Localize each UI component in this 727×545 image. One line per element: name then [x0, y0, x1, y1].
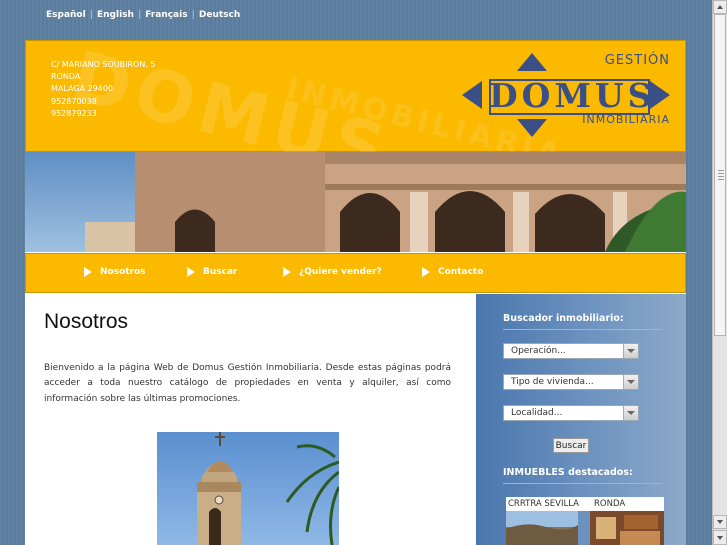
language-bar: Español | English | Français | Deutsch — [46, 10, 240, 20]
chevron-down-icon — [623, 406, 638, 420]
logo-triangle-up-icon — [517, 53, 547, 71]
divider — [503, 483, 662, 484]
featured-title: INMUEBLES destacados: — [503, 467, 633, 478]
logo-triangle-left-icon — [462, 81, 482, 109]
logo-triangle-down-icon — [517, 119, 547, 137]
divider — [503, 329, 662, 330]
play-arrow-icon — [84, 267, 92, 277]
scroll-down-icon[interactable] — [713, 515, 727, 529]
operation-select[interactable]: Operación... — [503, 343, 639, 359]
nav-quiere-vender[interactable]: ¿Quiere vender? — [283, 267, 382, 277]
page-container: DOMUS INMOBILIARIA C/ MARIANO SOUBIRON, … — [25, 35, 686, 545]
property-type-select[interactable]: Tipo de vivienda... — [503, 374, 639, 390]
search-button[interactable]: Buscar — [553, 438, 589, 453]
scroll-up-icon[interactable] — [713, 0, 727, 14]
select-value: Operación... — [511, 346, 566, 356]
location-select[interactable]: Localidad... — [503, 405, 639, 421]
lang-link-fr[interactable]: Français — [145, 10, 187, 20]
play-arrow-icon — [283, 267, 291, 277]
contact-address: C/ MARIANO SOUBIRON, 5 RONDA MALAGA 2940… — [51, 59, 156, 120]
lang-separator: | — [89, 10, 93, 20]
nav-label: Nosotros — [100, 267, 146, 277]
search-title: Buscador inmobiliario: — [503, 313, 624, 324]
scrollbar-thumb[interactable] — [714, 14, 726, 336]
sidebar: Buscador inmobiliario: Operación... Tipo… — [476, 294, 686, 545]
lang-link-de[interactable]: Deutsch — [199, 10, 240, 20]
lang-separator: | — [191, 10, 195, 20]
play-arrow-icon — [422, 267, 430, 277]
phone-2: 952879233 — [51, 108, 97, 118]
nav-buscar[interactable]: Buscar — [187, 267, 237, 277]
featured-header: CRRTRA SEVILLA RONDA — [506, 497, 664, 511]
chevron-down-icon — [623, 344, 638, 358]
phone-1: 952870038 — [51, 96, 97, 106]
nav-contacto[interactable]: Contacto — [422, 267, 483, 277]
vertical-scrollbar[interactable] — [712, 0, 727, 545]
logo-top-text: GESTIÓN — [604, 53, 670, 68]
logo-word: DOMUS — [489, 76, 656, 115]
select-value: Tipo de vivienda... — [511, 377, 594, 387]
chevron-down-icon — [623, 375, 638, 389]
featured-photo-2[interactable] — [590, 511, 664, 545]
nav-label: Contacto — [438, 267, 484, 277]
address-city: RONDA — [51, 72, 81, 82]
lang-link-en[interactable]: English — [97, 10, 134, 20]
grip-icon — [718, 170, 724, 180]
header-banner-image — [25, 152, 686, 252]
scroll-down-icon[interactable] — [713, 530, 727, 545]
domus-logo[interactable]: DOMUS GESTIÓN INMOBILIARIA — [462, 53, 672, 139]
main-content: Nosotros Bienvenido a la página Web de D… — [25, 294, 475, 545]
lang-link-es[interactable]: Español — [46, 10, 86, 20]
featured-label-1[interactable]: CRRTRA SEVILLA — [508, 499, 579, 509]
nav-label: ¿Quiere vender? — [299, 267, 382, 277]
main-nav: Nosotros Buscar ¿Quiere vender? Contacto — [25, 253, 686, 293]
select-value: Localidad... — [511, 408, 563, 418]
lang-separator: | — [137, 10, 142, 20]
address-street: C/ MARIANO SOUBIRON, 5 — [51, 60, 156, 69]
church-tower-photo — [157, 432, 339, 545]
intro-text: Bienvenido a la página Web de Domus Gest… — [44, 363, 451, 404]
nav-nosotros[interactable]: Nosotros — [84, 267, 146, 277]
featured-photo-1[interactable] — [506, 511, 578, 545]
nav-label: Buscar — [203, 267, 238, 277]
site-header: DOMUS INMOBILIARIA C/ MARIANO SOUBIRON, … — [25, 35, 686, 193]
address-postal: MALAGA 29400 — [51, 84, 114, 94]
logo-bottom-text: INMOBILIARIA — [582, 113, 670, 126]
featured-label-2[interactable]: RONDA — [594, 499, 625, 509]
page-title: Nosotros — [44, 310, 129, 333]
play-arrow-icon — [187, 267, 195, 277]
